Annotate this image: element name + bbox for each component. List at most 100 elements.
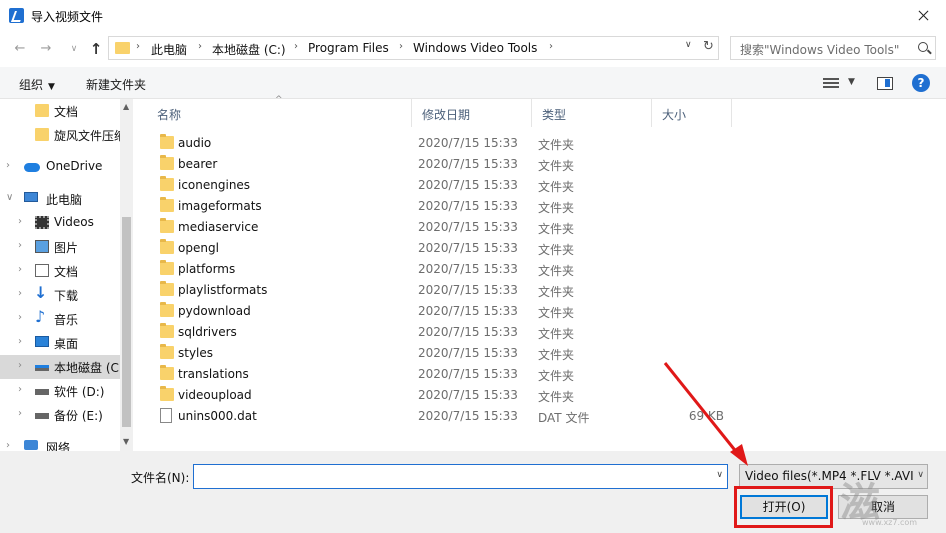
file-row[interactable]: sqldrivers 2020/7/15 15:33 文件夹 <box>147 322 737 343</box>
desktop-icon <box>35 336 49 347</box>
file-list[interactable]: 名称 ^ 修改日期 类型 大小 audio 2020/7/15 15:33 文件夹 b… <box>147 95 946 451</box>
nav-item-label: 软件 (D:) <box>54 385 105 399</box>
nav-item-network[interactable]: › 网络 <box>0 435 120 451</box>
title-bar: 导入视频文件 <box>0 0 946 31</box>
file-row[interactable]: videoupload 2020/7/15 15:33 文件夹 <box>147 385 737 406</box>
nav-item-drive-d[interactable]: › 软件 (D:) <box>0 379 120 403</box>
column-header-type[interactable]: 类型 <box>532 99 652 127</box>
breadcrumb-program-files[interactable]: Program Files <box>308 41 389 55</box>
organize-label: 组织 <box>19 78 44 92</box>
file-row[interactable]: platforms 2020/7/15 15:33 文件夹 <box>147 259 737 280</box>
column-type-label: 类型 <box>542 108 567 122</box>
file-date: 2020/7/15 15:33 <box>418 157 518 171</box>
nav-item-videos[interactable]: › Videos <box>0 211 120 235</box>
chevron-down-icon[interactable]: ∨ <box>716 470 723 480</box>
column-header-date[interactable]: 修改日期 <box>412 99 532 127</box>
view-dropdown-button[interactable]: ▼ <box>848 77 855 87</box>
file-row[interactable]: imageformats 2020/7/15 15:33 文件夹 <box>147 196 737 217</box>
file-row[interactable]: styles 2020/7/15 15:33 文件夹 <box>147 343 737 364</box>
chevron-down-icon: ∨ <box>6 192 14 203</box>
up-button[interactable]: ↑ <box>86 39 106 59</box>
arrow-left-icon: ← <box>14 41 26 56</box>
folder-icon <box>160 302 174 317</box>
file-row[interactable]: iconengines 2020/7/15 15:33 文件夹 <box>147 175 737 196</box>
file-row[interactable]: playlistformats 2020/7/15 15:33 文件夹 <box>147 280 737 301</box>
scroll-up-icon[interactable]: ▲ <box>123 102 129 111</box>
recent-locations-button[interactable]: ∨ <box>64 39 84 59</box>
nav-item-music[interactable]: › ♪ 音乐 <box>0 307 120 331</box>
open-button[interactable]: 打开(O) <box>740 495 828 519</box>
file-date: 2020/7/15 15:33 <box>418 220 518 234</box>
nav-item-drive-e[interactable]: › 备份 (E:) <box>0 403 120 427</box>
breadcrumb-windows-video-tools[interactable]: Windows Video Tools <box>413 41 537 55</box>
nav-item-documents-pinned[interactable]: 文档 <box>0 99 120 123</box>
file-row[interactable]: pydownload 2020/7/15 15:33 文件夹 <box>147 301 737 322</box>
nav-item-label: 下载 <box>54 289 79 303</box>
file-icon <box>160 408 172 423</box>
nav-item-desktop[interactable]: › 桌面 <box>0 331 120 355</box>
onedrive-icon <box>24 163 40 172</box>
sort-ascending-icon: ^ <box>275 95 283 105</box>
network-icon <box>24 440 38 450</box>
column-header-size[interactable]: 大小 <box>652 99 732 127</box>
caret-down-icon: ▼ <box>848 77 855 87</box>
breadcrumb-local-disk-c[interactable]: 本地磁盘 (C:) <box>212 41 286 58</box>
app-icon <box>9 8 24 23</box>
file-type: 文件夹 <box>538 264 575 278</box>
drive-c-icon <box>35 365 49 371</box>
videos-icon <box>35 216 49 229</box>
drive-icon <box>35 413 49 419</box>
file-date: 2020/7/15 15:33 <box>418 346 518 360</box>
file-row[interactable]: audio 2020/7/15 15:33 文件夹 <box>147 133 737 154</box>
file-date: 2020/7/15 15:33 <box>418 283 518 297</box>
file-row[interactable]: bearer 2020/7/15 15:33 文件夹 <box>147 154 737 175</box>
folder-icon <box>35 104 49 117</box>
file-row[interactable]: opengl 2020/7/15 15:33 文件夹 <box>147 238 737 259</box>
file-name: audio <box>178 136 212 150</box>
nav-item-pictures[interactable]: › 图片 <box>0 235 120 259</box>
close-button[interactable] <box>900 0 946 31</box>
refresh-button[interactable]: ↻ <box>703 39 717 54</box>
file-name: iconengines <box>178 178 251 192</box>
address-dropdown-button[interactable]: ∨ <box>685 40 699 50</box>
window-title: 导入视频文件 <box>31 10 104 24</box>
chevron-right-icon: › <box>549 41 553 52</box>
view-options-icon[interactable] <box>823 76 839 90</box>
back-button[interactable]: ← <box>10 39 30 59</box>
chevron-right-icon: › <box>18 216 22 227</box>
new-folder-button[interactable]: 新建文件夹 <box>86 76 146 93</box>
help-icon[interactable]: ? <box>912 74 930 92</box>
folder-icon <box>160 239 174 254</box>
scrollbar-thumb[interactable] <box>122 217 131 427</box>
file-type: 文件夹 <box>538 180 575 194</box>
nav-item-local-disk-c[interactable]: › 本地磁盘 (C:) <box>0 355 128 379</box>
file-row[interactable]: unins000.dat 2020/7/15 15:33 DAT 文件 69 KB <box>147 406 737 427</box>
nav-item-label: 本地磁盘 (C:) <box>54 361 128 375</box>
address-bar[interactable]: › 此电脑 › 本地磁盘 (C:) › Program Files › Wind… <box>108 36 719 60</box>
navigation-pane[interactable]: 文档 旋风文件压缩 › OneDrive ∨ 此电脑 › Videos › 图片… <box>0 99 133 451</box>
search-input[interactable]: 搜索"Windows Video Tools" <box>730 36 936 60</box>
chevron-right-icon: › <box>18 336 22 347</box>
organize-button[interactable]: 组织 ▼ <box>19 76 55 93</box>
navpane-scrollbar[interactable]: ▲ ▼ <box>120 99 133 451</box>
nav-item-onedrive[interactable]: › OneDrive <box>0 155 120 179</box>
file-name: playlistformats <box>178 283 268 297</box>
filename-input[interactable]: ∨ <box>193 464 728 489</box>
file-type: 文件夹 <box>538 222 575 236</box>
file-date: 2020/7/15 15:33 <box>418 367 518 381</box>
nav-item-label: OneDrive <box>46 159 103 173</box>
file-row[interactable]: translations 2020/7/15 15:33 文件夹 <box>147 364 737 385</box>
scroll-down-icon[interactable]: ▼ <box>123 437 129 446</box>
column-header-name[interactable]: 名称 ^ <box>147 95 412 127</box>
forward-button[interactable]: → <box>36 39 56 59</box>
folder-icon <box>160 260 174 275</box>
file-name: bearer <box>178 157 218 171</box>
preview-pane-icon[interactable] <box>877 77 893 90</box>
nav-item-xuanfeng[interactable]: 旋风文件压缩 <box>0 123 126 147</box>
nav-item-downloads[interactable]: › ↓ 下载 <box>0 283 120 307</box>
breadcrumb-this-pc[interactable]: 此电脑 <box>151 41 187 58</box>
nav-item-documents[interactable]: › 文档 <box>0 259 120 283</box>
file-type: 文件夹 <box>538 201 575 215</box>
nav-item-this-pc[interactable]: ∨ 此电脑 <box>0 187 120 211</box>
file-row[interactable]: mediaservice 2020/7/15 15:33 文件夹 <box>147 217 737 238</box>
